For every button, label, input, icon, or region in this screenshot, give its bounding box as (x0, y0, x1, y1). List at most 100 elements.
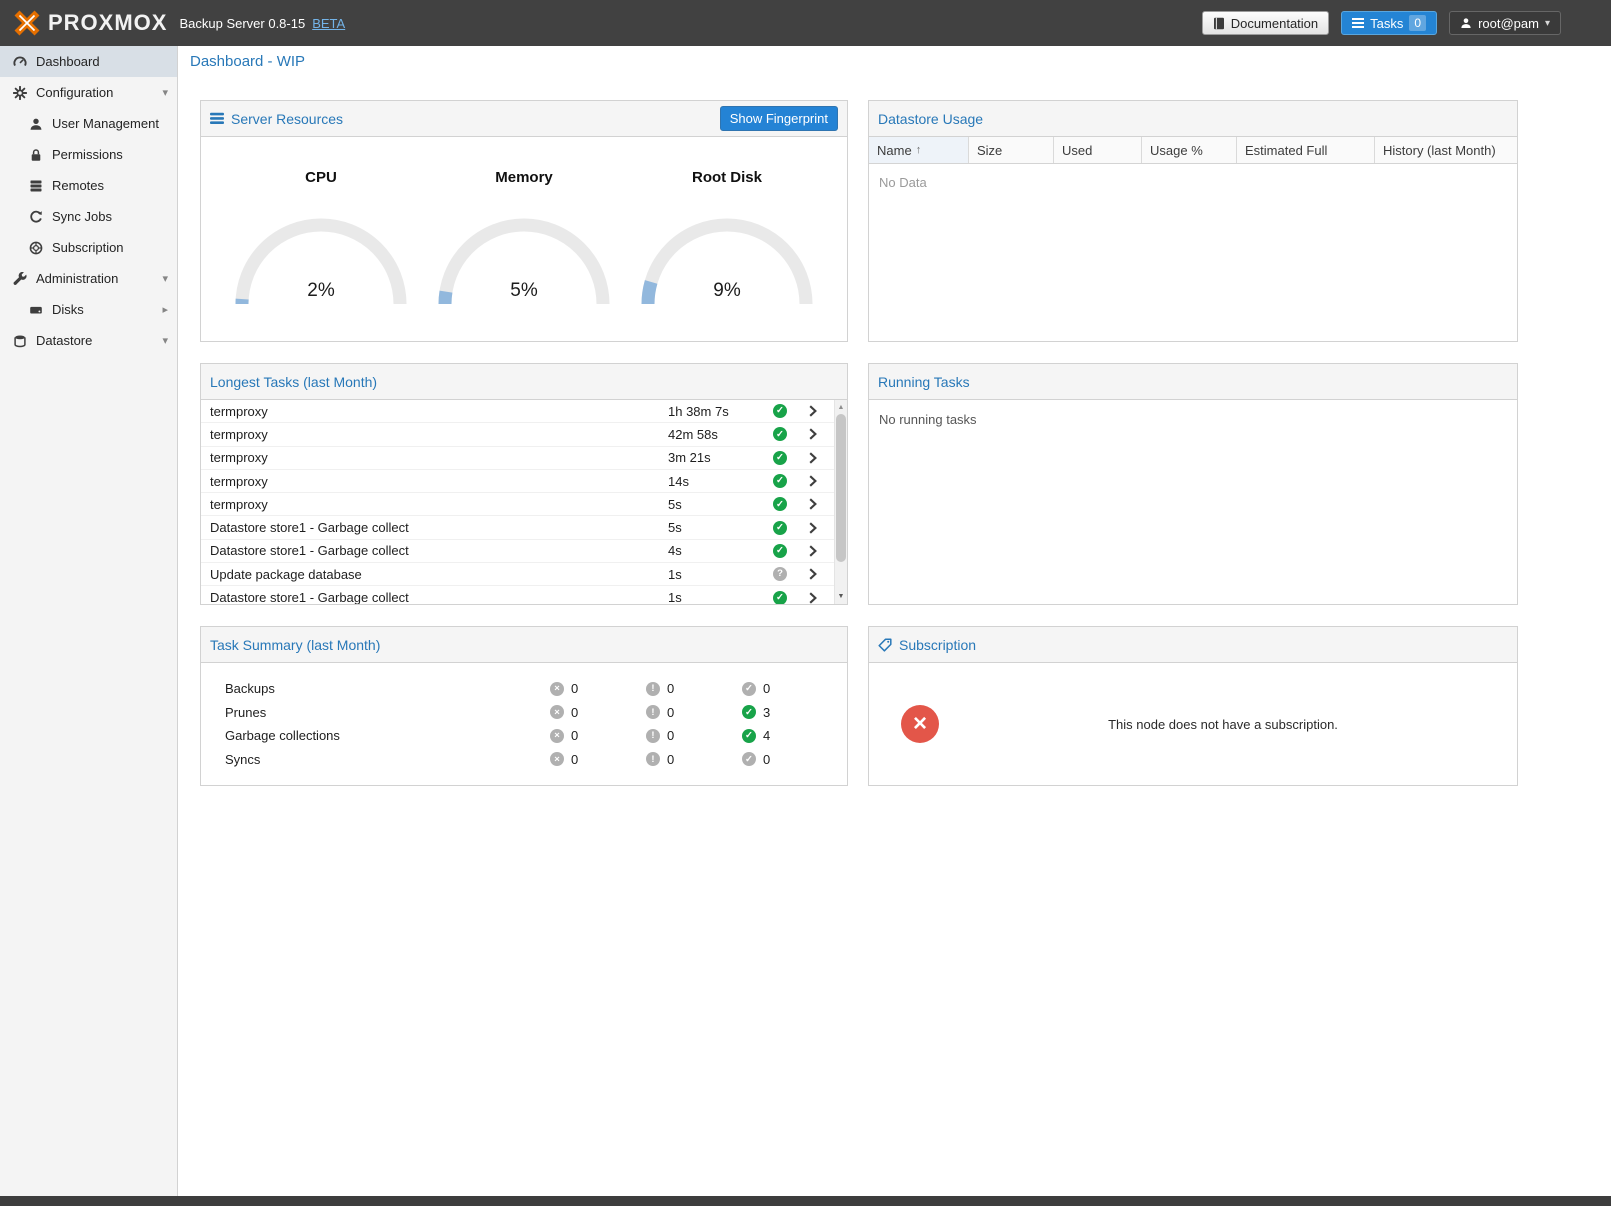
ok-cell[interactable]: ✓4 (742, 728, 838, 743)
task-duration: 1s (668, 567, 768, 582)
server-list-icon (210, 112, 224, 125)
chevron-right-icon[interactable] (792, 428, 834, 440)
sidebar-item-configuration[interactable]: Configuration ▾ (0, 77, 177, 108)
column-header-estimated-full[interactable]: Estimated Full (1237, 137, 1375, 163)
gauge-arc: 5% (429, 204, 619, 308)
unknown-icon: ? (773, 567, 787, 581)
error-cell[interactable]: ×0 (550, 752, 646, 767)
error-cell[interactable]: ×0 (550, 681, 646, 696)
sidebar-item-administration[interactable]: Administration▾ (0, 263, 177, 294)
column-header-history-last-month[interactable]: History (last Month) (1375, 137, 1517, 163)
sidebar-item-datastore[interactable]: Datastore▾ (0, 325, 177, 356)
sidebar-item-dashboard[interactable]: Dashboard (0, 46, 177, 77)
error-count: 0 (571, 752, 578, 767)
sidebar-item-label: Subscription (52, 240, 124, 255)
gauge-value: 2% (307, 280, 335, 301)
warning-cell[interactable]: !0 (646, 728, 742, 743)
scrollbar-thumb[interactable] (836, 414, 846, 562)
empty-text: No Data (869, 164, 1517, 201)
caret-down-icon[interactable]: ▾ (162, 86, 168, 99)
error-cell[interactable]: ×0 (550, 705, 646, 720)
chevron-right-icon[interactable] (792, 568, 834, 580)
user-menu-button[interactable]: root@pam ▾ (1449, 11, 1561, 35)
ok-icon: ✓ (773, 544, 787, 558)
scroll-up-icon[interactable]: ▲ (835, 401, 847, 414)
chevron-right-icon[interactable] (792, 452, 834, 464)
top-bar: PROXMOX Backup Server 0.8-15 BETA Docume… (0, 0, 1611, 46)
sidebar-item-permissions[interactable]: Permissions (0, 139, 177, 170)
task-row[interactable]: Update package database1s? (201, 563, 834, 586)
chevron-right-icon[interactable] (792, 405, 834, 417)
warning-cell[interactable]: !0 (646, 705, 742, 720)
sidebar-item-subscription[interactable]: Subscription (0, 232, 177, 263)
page-title: Dashboard - WIP (190, 53, 305, 70)
ok-icon: ✓ (742, 682, 756, 696)
chevron-right-icon[interactable] (792, 475, 834, 487)
wrench-icon (12, 272, 28, 286)
scroll-down-icon[interactable]: ▼ (835, 590, 847, 603)
task-row[interactable]: termproxy1h 38m 7s✓ (201, 400, 834, 423)
summary-label: Garbage collections (225, 728, 550, 743)
task-summary-rows: Backups×0!0✓0Prunes×0!0✓3Garbage collect… (201, 663, 847, 771)
chevron-right-icon[interactable] (792, 522, 834, 534)
documentation-button[interactable]: Documentation (1202, 11, 1329, 35)
error-icon: × (550, 729, 564, 743)
ok-icon: ✓ (773, 474, 787, 488)
sidebar-item-label: Configuration (36, 85, 113, 100)
task-row[interactable]: Datastore store1 - Garbage collect5s✓ (201, 516, 834, 539)
warning-count: 0 (667, 705, 674, 720)
chevron-right-icon[interactable] (792, 592, 834, 604)
summary-row-prunes: Prunes×0!0✓3 (225, 701, 847, 725)
caret-right-icon[interactable]: ▸ (162, 303, 168, 316)
sidebar-item-user-management[interactable]: User Management (0, 108, 177, 139)
warning-cell[interactable]: !0 (646, 752, 742, 767)
tasks-button[interactable]: Tasks 0 (1341, 11, 1437, 35)
error-count: 0 (571, 728, 578, 743)
user-icon (1460, 17, 1472, 29)
task-row[interactable]: termproxy14s✓ (201, 470, 834, 493)
show-fingerprint-button[interactable]: Show Fingerprint (720, 106, 838, 131)
warning-cell[interactable]: !0 (646, 681, 742, 696)
task-name: Datastore store1 - Garbage collect (210, 590, 668, 604)
task-row[interactable]: termproxy42m 58s✓ (201, 423, 834, 446)
longest-tasks-panel: Longest Tasks (last Month) termproxy1h 3… (200, 363, 848, 605)
task-duration: 5s (668, 497, 768, 512)
task-name: termproxy (210, 404, 668, 419)
error-cell[interactable]: ×0 (550, 728, 646, 743)
sidebar-item-remotes[interactable]: Remotes (0, 170, 177, 201)
chevron-right-icon[interactable] (792, 545, 834, 557)
caret-down-icon[interactable]: ▾ (162, 272, 168, 285)
panel-title: Longest Tasks (last Month) (210, 374, 377, 390)
ok-cell[interactable]: ✓0 (742, 681, 838, 696)
ok-cell[interactable]: ✓3 (742, 705, 838, 720)
ok-cell[interactable]: ✓0 (742, 752, 838, 767)
user-label: root@pam (1478, 16, 1539, 31)
ok-count: 3 (763, 705, 770, 720)
task-duration: 1h 38m 7s (668, 404, 768, 419)
column-header-name[interactable]: Name↑ (869, 137, 969, 163)
datastore-usage-panel: Datastore Usage Name↑SizeUsedUsage %Esti… (868, 100, 1518, 342)
error-count: 0 (571, 681, 578, 696)
warning-icon: ! (646, 729, 660, 743)
task-row[interactable]: Datastore store1 - Garbage collect4s✓ (201, 540, 834, 563)
caret-down-icon[interactable]: ▾ (162, 334, 168, 347)
task-row[interactable]: termproxy3m 21s✓ (201, 447, 834, 470)
warning-icon: ! (646, 682, 660, 696)
scrollbar[interactable]: ▲ ▼ (834, 400, 847, 604)
server-resources-panel: Server Resources Show Fingerprint CPU2%M… (200, 100, 848, 342)
task-row[interactable]: Datastore store1 - Garbage collect1s✓ (201, 586, 834, 604)
warning-count: 0 (667, 752, 674, 767)
ok-icon: ✓ (773, 427, 787, 441)
task-row[interactable]: termproxy5s✓ (201, 493, 834, 516)
ok-icon: ✓ (742, 729, 756, 743)
task-duration: 1s (668, 590, 768, 604)
chevron-right-icon[interactable] (792, 498, 834, 510)
column-header-used[interactable]: Used (1054, 137, 1142, 163)
gauge-arc: 9% (632, 204, 822, 308)
sidebar-item-sync-jobs[interactable]: Sync Jobs (0, 201, 177, 232)
column-header-size[interactable]: Size (969, 137, 1054, 163)
column-header-usage[interactable]: Usage % (1142, 137, 1237, 163)
panel-title: Datastore Usage (878, 111, 983, 127)
beta-link[interactable]: BETA (312, 16, 345, 31)
sidebar-item-disks[interactable]: Disks▸ (0, 294, 177, 325)
